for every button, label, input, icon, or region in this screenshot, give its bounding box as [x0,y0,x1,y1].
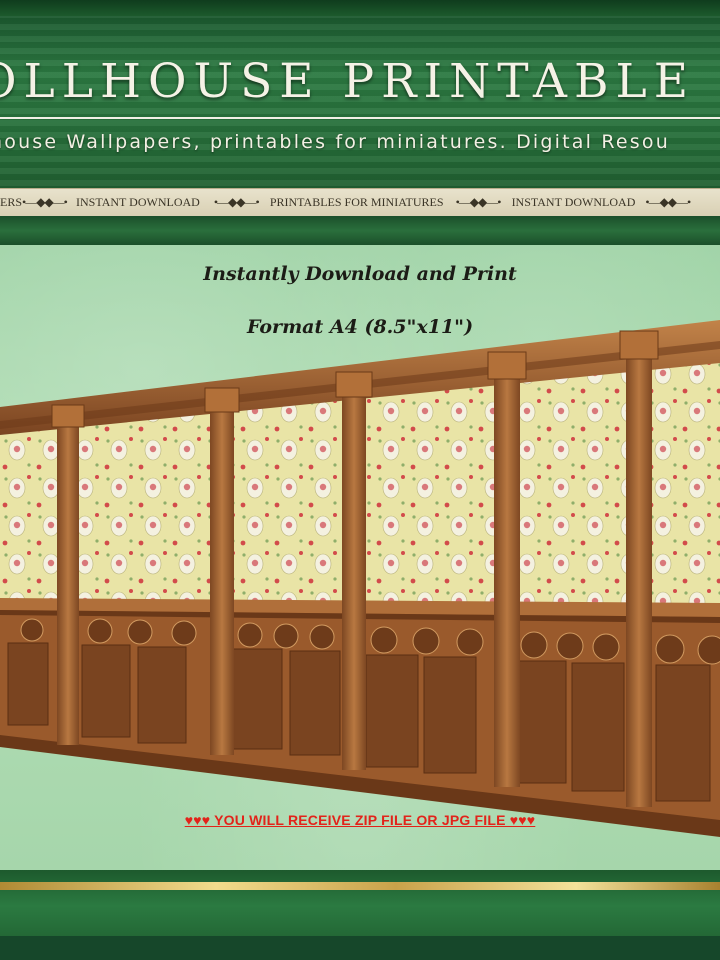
receive-notice: ♥♥♥ YOU WILL RECEIVE ZIP FILE OR JPG FIL… [184,812,536,828]
instant-download-headline: Instantly Download and Print [203,263,517,285]
format-headline: Format A4 (8.5"x11") [246,316,474,338]
ribbon-text: ERS [0,195,23,209]
header-top-band [0,0,720,16]
ornament-icon: •—◆◆—• [455,195,502,209]
ribbon-text: INSTANT DOWNLOAD [511,195,636,209]
site-tagline: house Wallpapers, printables for miniatu… [0,131,670,153]
gold-divider [0,882,720,890]
header-ribbon: ERS •—◆◆—• INSTANT DOWNLOAD •—◆◆—• PRINT… [0,188,720,217]
product-panel: Instantly Download and Print Format A4 (… [0,245,720,870]
ornament-icon: •—◆◆—• [22,195,68,209]
ribbon-text: PRINTABLES FOR MINIATURES [269,195,444,209]
ornament-icon: •—◆◆—• [645,195,691,209]
footer-band [0,936,720,960]
title-rule [0,117,720,119]
wainscot-illustration [0,320,720,837]
site-header: OLLHOUSE PRINTABLE house Wallpapers, pri… [0,0,720,245]
page-footer [0,870,720,960]
site-title: OLLHOUSE PRINTABLE [0,54,696,109]
ribbon-text: INSTANT DOWNLOAD [76,195,200,209]
ornament-icon: •—◆◆—• [213,195,260,209]
header-bottom-band [0,216,720,245]
